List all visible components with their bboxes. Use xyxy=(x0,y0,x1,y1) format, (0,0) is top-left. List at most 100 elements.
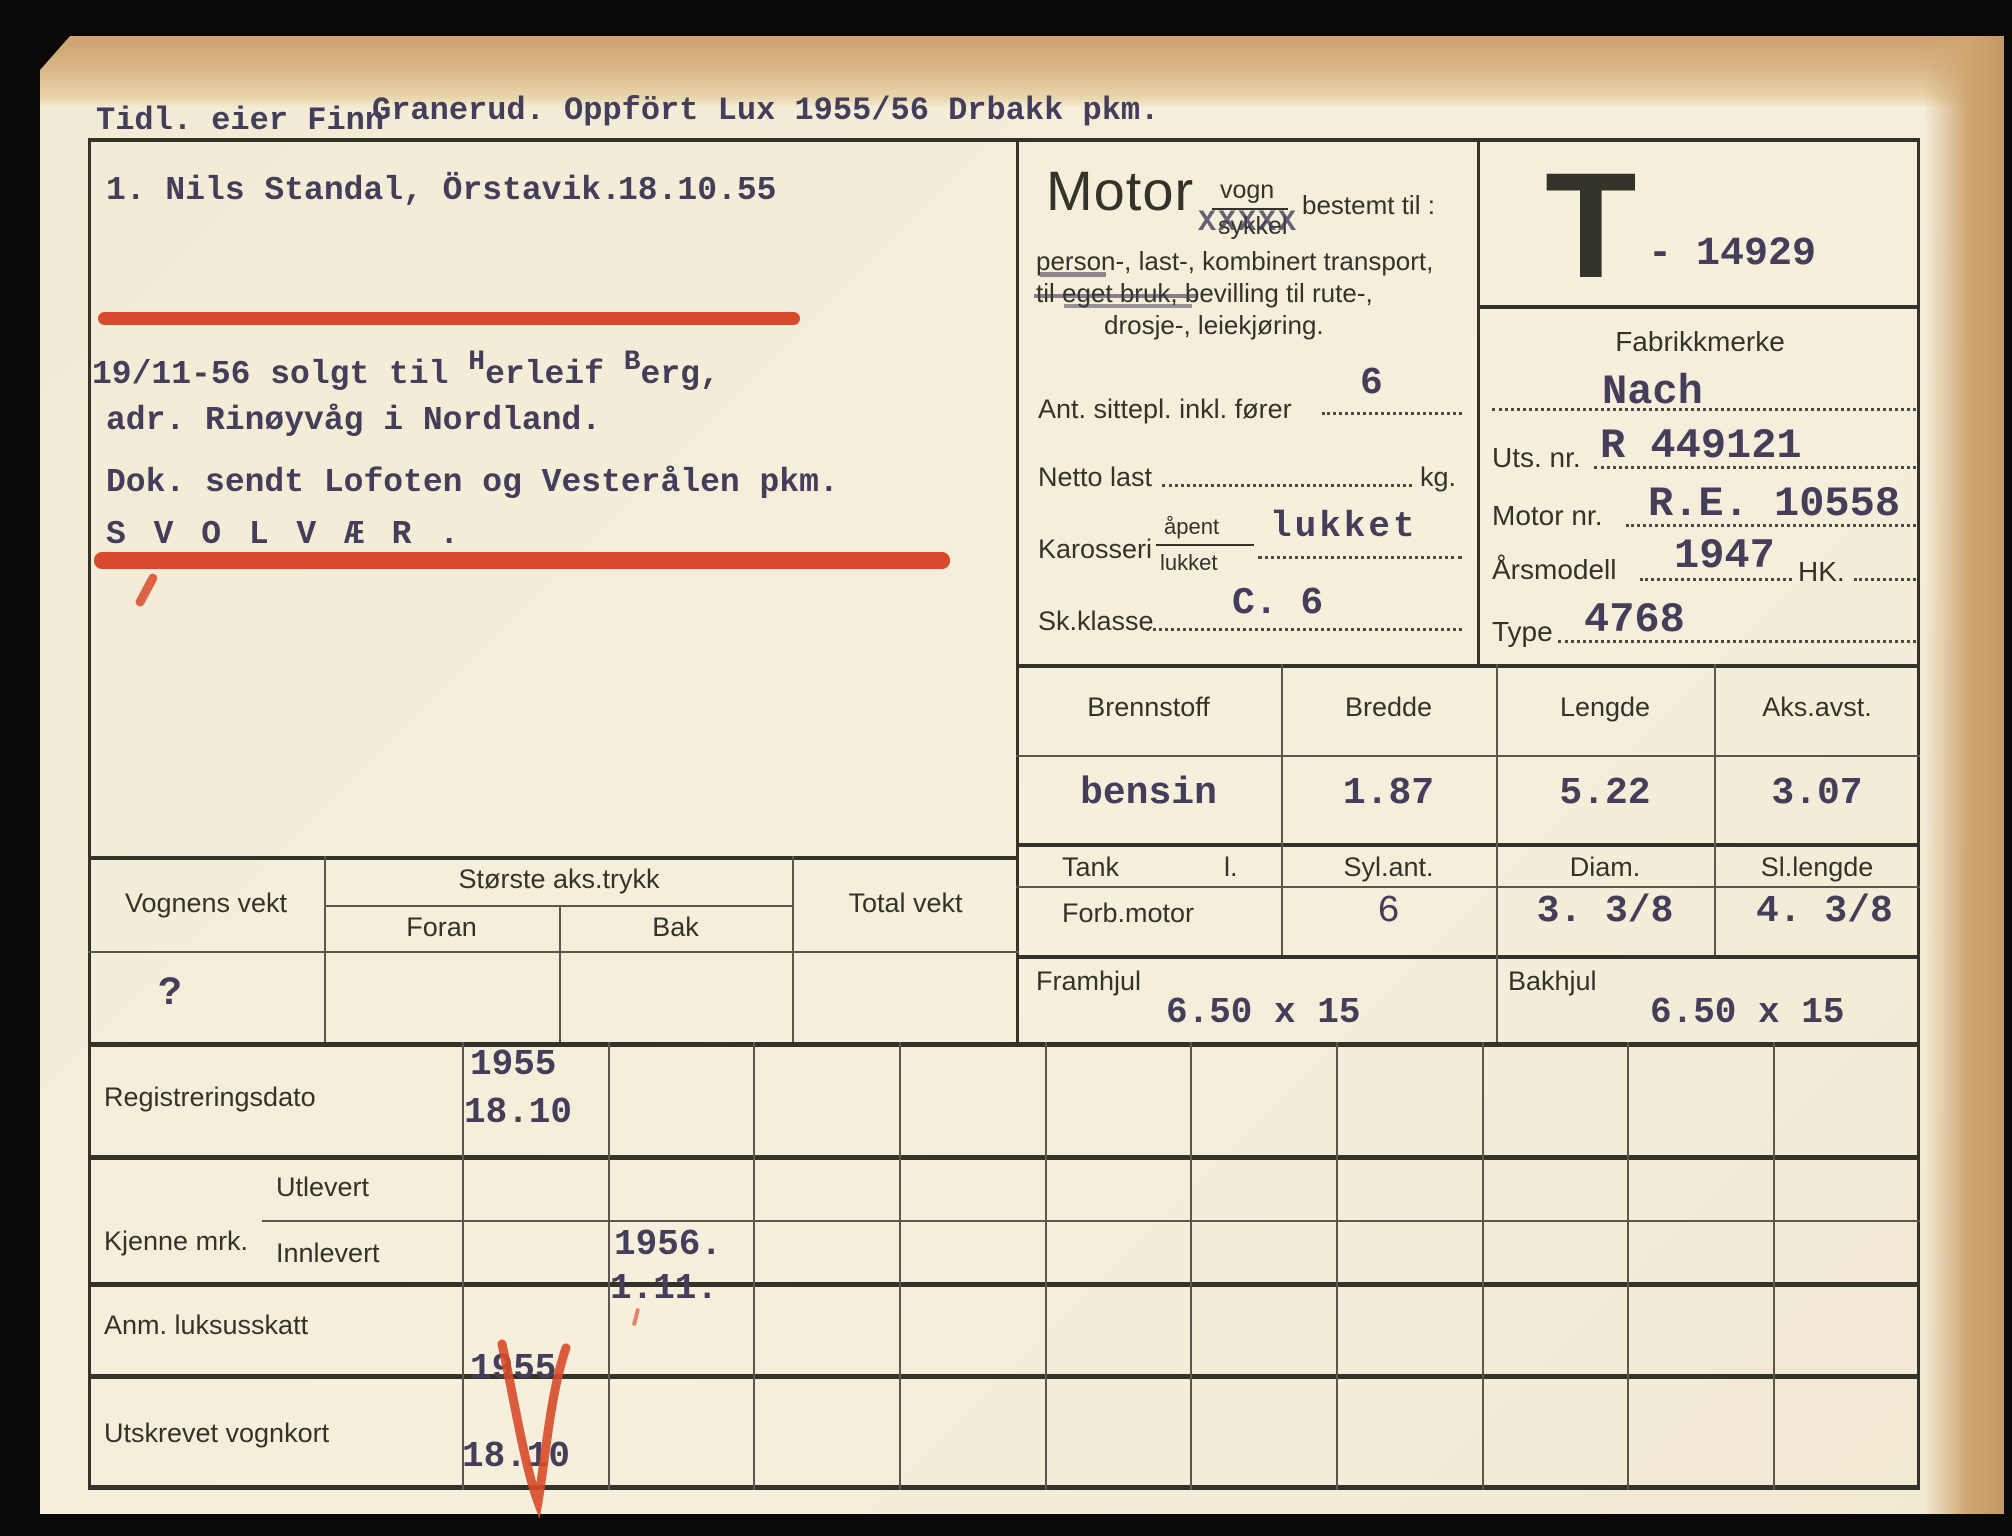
plate-letter: T xyxy=(1545,150,1637,300)
weight-span-underline xyxy=(324,905,794,907)
weight-bak-label: Bak xyxy=(559,912,792,943)
typed-motornr-value: R.E. 10558 xyxy=(1648,480,1900,528)
typed-innlevert-year: 1956. xyxy=(614,1224,722,1265)
typed-underline-eget xyxy=(1064,304,1192,308)
right-tan-scan-band xyxy=(1924,36,2004,1514)
typed-sold-address: adr. Rinøyvåg i Nordland. xyxy=(106,402,601,439)
red-check-mark xyxy=(486,1336,598,1522)
typed-bakhjul-value: 6.50 x 15 xyxy=(1650,992,1844,1033)
red-underline-1 xyxy=(98,312,800,325)
utsnr-label: Uts. nr. xyxy=(1492,442,1581,474)
spec-header-brennstoff: Brennstoff xyxy=(1016,692,1281,723)
registreringsdato-label: Registreringsdato xyxy=(104,1082,316,1113)
typed-strike-til-eget-bruk xyxy=(1034,294,1196,298)
arsmodell-dotted-line-b xyxy=(1854,578,1916,581)
fabrikkmerke-label: Fabrikkmerke xyxy=(1485,326,1915,358)
utsnr-dotted-line xyxy=(1594,466,1916,469)
bottom-col-line-3 xyxy=(753,1042,755,1490)
typed-vognvekt-value: ? xyxy=(158,972,182,1017)
typed-aksavst-value: 3.07 xyxy=(1714,772,1920,815)
sold-name-2: erg, xyxy=(641,356,720,393)
bottom-col-line-5 xyxy=(1045,1042,1047,1490)
type-label: Type xyxy=(1492,616,1553,648)
bottom-col-line-7 xyxy=(1336,1042,1338,1490)
typed-utsnr-value: R 449121 xyxy=(1600,422,1802,470)
bottom-col-line-6 xyxy=(1190,1042,1192,1490)
bottom-col-line-10 xyxy=(1773,1042,1775,1490)
bottom-col-line-8 xyxy=(1482,1042,1484,1490)
karosseri-dotted-line xyxy=(1258,556,1462,559)
owner-entry-text: 1. Nils Standal, Örstavik. xyxy=(106,172,621,209)
sold-initial-h: H xyxy=(468,347,485,378)
spec-table-top-border xyxy=(1016,664,1920,668)
fabrikkmerke-dotted-line xyxy=(1492,408,1916,411)
typed-sold-line: 19/11-56 solgt til Herleif Berg, xyxy=(92,356,720,393)
type-dotted-line xyxy=(1558,640,1916,643)
motor-bestemt-label: bestemt til : xyxy=(1302,190,1435,221)
purpose-line-3: drosje-, leiekjøring. xyxy=(1104,310,1324,341)
typed-owner-entry-date: 18.10.55 xyxy=(618,172,776,209)
karosseri-open-option: åpent xyxy=(1164,514,1219,540)
skklasse-dotted-line xyxy=(1146,628,1462,631)
bakhjul-label: Bakhjul xyxy=(1508,966,1597,997)
weight-header-underline xyxy=(88,951,1019,953)
hk-label: HK. xyxy=(1798,556,1845,588)
motornr-label: Motor nr. xyxy=(1492,500,1602,532)
spec-row2-underline xyxy=(1016,955,1920,959)
sold-name-1: erleif xyxy=(485,356,624,393)
typed-plate-number: - 14929 xyxy=(1648,232,1816,277)
weight-total-label: Total vekt xyxy=(792,888,1019,919)
spec-header-sylant: Syl.ant. xyxy=(1281,852,1496,883)
border-top xyxy=(88,138,1920,142)
karosseri-closed-option: lukket xyxy=(1160,550,1217,576)
motor-vogn-option: vogn xyxy=(1220,176,1274,205)
spec-header-bredde: Bredde xyxy=(1281,692,1496,723)
border-plate-box-left xyxy=(1477,138,1480,666)
utlevert-label: Utlevert xyxy=(276,1172,369,1203)
bottom-col-line-9 xyxy=(1627,1042,1629,1490)
border-bottom xyxy=(88,1485,1920,1490)
typed-brennstoff-value: bensin xyxy=(1016,772,1281,815)
weight-span-label: Største aks.trykk xyxy=(324,864,794,895)
typed-bredde-value: 1.87 xyxy=(1281,772,1496,815)
karosseri-label: Karosseri xyxy=(1038,534,1152,565)
netto-unit: kg. xyxy=(1420,462,1456,493)
typed-lengde-value: 5.22 xyxy=(1496,772,1714,815)
corner-cut xyxy=(40,36,70,70)
typed-regdato-day: 18.10 xyxy=(464,1092,572,1133)
typed-owner-entry: 1. Nils Standal, Örstavik. xyxy=(106,172,621,209)
spec-header-tank: Tank xyxy=(1062,852,1119,883)
typed-sllengde-value: 4. 3/8 xyxy=(1756,890,1893,933)
bottom-row3-border xyxy=(88,1374,1920,1379)
spec-header1-underline xyxy=(1016,755,1920,757)
typed-arsmodell-value: 1947 xyxy=(1674,532,1775,580)
typed-strikeout-sykkel: XXXXX xyxy=(1198,206,1298,240)
spec-header-sllengde: Sl.lengde xyxy=(1714,852,1920,883)
red-underline-2 xyxy=(94,552,950,569)
typed-doc-sent: Dok. sendt Lofoten og Vesterålen pkm. xyxy=(106,464,839,501)
typed-type-value: 4768 xyxy=(1584,596,1685,644)
weight-col1-label: Vognens vekt xyxy=(88,888,324,919)
typed-diam-value: 3. 3/8 xyxy=(1496,890,1714,933)
sold-prefix: 19/11-56 solgt til xyxy=(92,356,468,393)
bottom-row1-border xyxy=(88,1155,1920,1160)
typed-header-prev-owner: Tidl. eier Finn xyxy=(96,102,384,139)
typed-header-note: Granerud. Oppfört Lux 1955/56 Drbakk pkm… xyxy=(372,92,1159,129)
skklasse-label: Sk.klasse xyxy=(1038,606,1154,637)
sold-initial-b: B xyxy=(624,347,641,378)
spec-header2-underline xyxy=(1016,886,1920,888)
forbmotor-label: Forb.motor xyxy=(1062,898,1194,929)
seats-label: Ant. sittepl. inkl. fører xyxy=(1038,394,1292,425)
kjenne-divider-line xyxy=(262,1220,1920,1222)
typed-mark-under-person xyxy=(1040,272,1106,277)
typed-innlevert-day: 1.11. xyxy=(610,1268,718,1309)
spec-header-aksavst: Aks.avst. xyxy=(1714,692,1920,723)
bottom-row2-border xyxy=(88,1282,1920,1287)
arsmodell-dotted-line-a xyxy=(1640,578,1792,581)
innlevert-label: Innlevert xyxy=(276,1238,380,1269)
bottom-col-line-2 xyxy=(608,1042,610,1490)
scanned-registration-card-page: Tidl. eier Finn Granerud. Oppfört Lux 19… xyxy=(0,0,2012,1536)
spec-row1-underline xyxy=(1016,843,1920,847)
netto-dotted-line xyxy=(1162,484,1412,487)
typed-sylant-value: 6 xyxy=(1281,890,1496,933)
